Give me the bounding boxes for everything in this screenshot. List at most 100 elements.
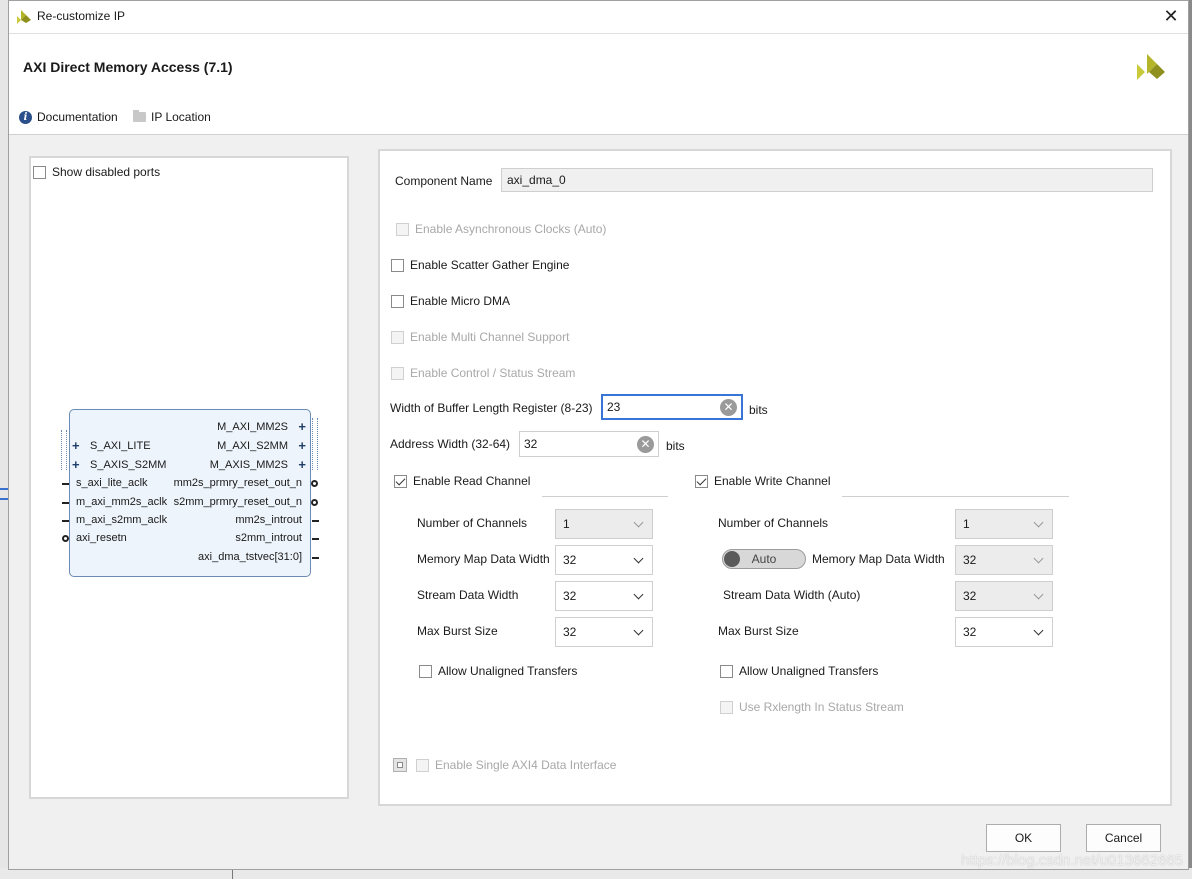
expand-bus-icon[interactable]: + [298,419,306,434]
buffer-length-value: 23 [607,400,621,414]
ok-button[interactable]: OK [986,824,1061,852]
read-num-channels-label: Number of Channels [417,516,528,530]
read-max-burst-value: 32 [563,625,577,639]
ip-symbol-block: + S_AXI_LITE + S_AXIS_S2MM s_axi_lite_ac… [69,409,311,577]
address-width-value: 32 [524,437,538,451]
address-width-input[interactable]: 32 ✕ [519,431,659,457]
dialog-header: AXI Direct Memory Access (7.1) i Documen… [9,33,1188,135]
write-num-channels-value: 1 [963,517,970,531]
enable-async-clocks-checkbox [396,222,409,236]
write-allow-unaligned-checkbox[interactable] [720,664,733,678]
background-marker [0,488,8,490]
port-s-axi-lite-aclk: s_axi_lite_aclk [76,477,148,489]
read-mm-data-width-value: 32 [563,553,577,567]
expand-bus-icon[interactable]: + [72,457,80,472]
buffer-length-unit: bits [749,403,768,417]
read-stream-data-width-select[interactable]: 32 [555,581,653,611]
show-disabled-ports-row[interactable]: Show disabled ports [33,165,160,179]
enable-read-channel-checkbox[interactable] [394,474,407,488]
chevron-down-icon [633,517,644,527]
enable-scatter-gather-label: Enable Scatter Gather Engine [410,258,570,272]
use-rxlength-label: Use Rxlength In Status Stream [739,700,904,714]
pin-left [62,483,69,485]
read-max-burst-select[interactable]: 32 [555,617,653,647]
address-width-unit: bits [666,439,685,453]
background-window [0,0,8,879]
pin-left [62,502,69,504]
chevron-down-icon [633,589,644,599]
parameter-link-icon [393,758,407,772]
buffer-length-input[interactable]: 23 ✕ [601,394,743,420]
cancel-button[interactable]: Cancel [1086,824,1161,852]
clear-icon[interactable]: ✕ [720,398,737,416]
show-disabled-ports-checkbox[interactable] [33,165,46,179]
port-m-axi-mm2s-aclk: m_axi_mm2s_aclk [76,496,168,508]
enable-micro-dma-checkbox[interactable] [391,294,404,308]
watermark-text: https://blog.csdn.net/u013662665 [961,852,1183,869]
port-m-axi-s2mm: M_AXI_S2MM [217,440,288,452]
enable-multi-channel-checkbox [391,330,404,344]
ip-location-label: IP Location [151,110,211,124]
enable-control-status-row: Enable Control / Status Stream [391,366,575,380]
ip-symbol-panel: Show disabled ports + S_AXI_LITE + S_AXI… [29,156,349,799]
pin-right [312,557,319,559]
expand-bus-icon[interactable]: + [298,457,306,472]
expand-bus-icon[interactable]: + [72,438,80,453]
enable-async-clocks-row: Enable Asynchronous Clocks (Auto) [396,222,606,236]
documentation-link[interactable]: i Documentation [19,110,118,124]
xilinx-logo-icon [1137,54,1165,80]
read-mm-data-width-label: Memory Map Data Width [417,552,550,566]
expand-bus-icon[interactable]: + [298,438,306,453]
port-s2mm-prmry-reset-out-n: s2mm_prmry_reset_out_n [173,496,302,508]
write-allow-unaligned-row[interactable]: Allow Unaligned Transfers [720,664,878,678]
enable-write-channel-row[interactable]: Enable Write Channel [695,474,831,488]
enable-control-status-checkbox [391,366,404,380]
pin-right [312,520,319,522]
toggle-knob [724,551,740,567]
info-icon: i [19,110,32,124]
write-num-channels-select: 1 [955,509,1053,539]
port-mm2s-prmry-reset-out-n: mm2s_prmry_reset_out_n [173,477,302,489]
read-mm-data-width-select[interactable]: 32 [555,545,653,575]
enable-multi-channel-row: Enable Multi Channel Support [391,330,569,344]
write-stream-data-width-label: Stream Data Width (Auto) [723,588,861,602]
enable-single-axi4-row: Enable Single AXI4 Data Interface [393,758,616,772]
port-m-axis-mm2s: M_AXIS_MM2S [209,459,288,471]
pin-right [312,538,319,540]
read-allow-unaligned-row[interactable]: Allow Unaligned Transfers [419,664,577,678]
chevron-down-icon [633,553,644,563]
vivado-logo-icon [17,10,31,24]
read-stream-data-width-value: 32 [563,589,577,603]
bus-pin-left [61,430,67,470]
auto-toggle[interactable]: Auto [722,549,806,569]
read-allow-unaligned-label: Allow Unaligned Transfers [438,664,578,678]
show-disabled-ports-label: Show disabled ports [52,165,161,179]
enable-micro-dma-row[interactable]: Enable Micro DMA [391,294,510,308]
write-max-burst-select[interactable]: 32 [955,617,1053,647]
read-num-channels-value: 1 [563,517,570,531]
port-s-axis-s2mm: S_AXIS_S2MM [90,459,167,471]
chevron-down-icon [1033,625,1044,635]
configuration-panel: Component Name axi_dma_0 Enable Asynchro… [378,149,1172,806]
read-allow-unaligned-checkbox[interactable] [419,664,432,678]
write-mm-data-width-label: Memory Map Data Width [812,552,945,566]
enable-micro-dma-label: Enable Micro DMA [410,294,511,308]
enable-scatter-gather-checkbox[interactable] [391,258,404,272]
component-name-label: Component Name [395,174,493,188]
enable-scatter-gather-row[interactable]: Enable Scatter Gather Engine [391,258,569,272]
write-stream-data-width-value: 32 [963,589,977,603]
enable-read-channel-row[interactable]: Enable Read Channel [394,474,530,488]
component-name-field[interactable]: axi_dma_0 [501,168,1153,192]
enable-async-clocks-label: Enable Asynchronous Clocks (Auto) [415,222,607,236]
bus-pin-right [312,418,318,470]
enable-write-channel-checkbox[interactable] [695,474,708,488]
title-bar[interactable]: Re-customize IP ✕ [9,1,1188,33]
folder-icon [133,110,146,122]
close-icon[interactable]: ✕ [1159,4,1183,28]
ip-location-link[interactable]: IP Location [133,110,211,124]
read-channel-separator [542,496,668,497]
use-rxlength-checkbox [720,700,733,714]
port-mm2s-introut: mm2s_introut [235,514,302,526]
clear-icon[interactable]: ✕ [637,435,654,453]
buffer-length-label: Width of Buffer Length Register (8-23) [390,401,593,415]
